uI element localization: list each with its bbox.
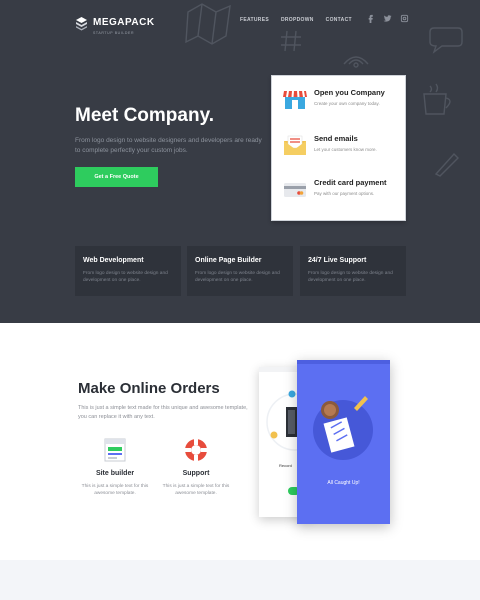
caught-up-title: All Caught Up! (327, 480, 360, 486)
service-box: 24/7 Live Support From logo design to we… (300, 246, 406, 296)
nav-item-features[interactable]: FEATURES (240, 17, 269, 23)
site-builder-icon (104, 438, 126, 462)
feature-title: Credit card payment (314, 178, 387, 187)
feature-subtitle: Create your own company today. (314, 101, 380, 106)
orders-title: Make Online Orders (78, 380, 220, 397)
facebook-icon[interactable] (366, 14, 375, 23)
service-text: This is just a simple text for this awes… (81, 484, 149, 496)
service-title: Support (182, 470, 210, 477)
service-box-title: Online Page Builder (195, 257, 262, 264)
hero-section: MEGAPACK STARTUP BUILDER FEATURES DROPDO… (0, 0, 480, 323)
logo-cubes-icon (76, 17, 87, 31)
twitter-icon[interactable] (383, 14, 392, 23)
feature-item[interactable]: Open you Company Create your own company… (282, 88, 385, 110)
get-quote-button[interactable]: Get a Free Quote (75, 167, 158, 187)
credit-card-icon (284, 183, 306, 197)
service-item: Support This is just a simple text for t… (156, 437, 236, 497)
envelope-icon (284, 135, 306, 155)
phone-mockup-front: All Caught Up! (297, 360, 390, 524)
feature-title: Open you Company (314, 88, 385, 97)
service-box: Online Page Builder From logo design to … (187, 246, 293, 296)
brand-tagline: STARTUP BUILDER (93, 31, 135, 35)
service-box-title: Web Development (83, 257, 144, 264)
logo[interactable]: MEGAPACK STARTUP BUILDER (75, 12, 155, 35)
record-label: Record (279, 463, 292, 468)
service-box-text: From logo design to website design and d… (308, 271, 393, 283)
footer-band (0, 560, 480, 600)
feature-title: Send emails (314, 134, 358, 143)
service-item: Site builder This is just a simple text … (75, 437, 155, 497)
caught-up-subtitle (297, 488, 390, 492)
caught-up-illustration (297, 360, 390, 460)
pen-doodle-icon (434, 152, 459, 177)
map-doodle-icon (185, 3, 231, 45)
main-nav: FEATURES DROPDOWN CONTACT (240, 17, 352, 23)
service-box-text: From logo design to website design and d… (195, 271, 280, 283)
service-box-text: From logo design to website design and d… (83, 271, 168, 283)
feature-subtitle: Let your customers know more. (314, 147, 377, 152)
coffee-doodle-icon (423, 83, 451, 115)
orders-text: This is just a simple text made for this… (78, 405, 248, 420)
chat-doodle-icon (429, 27, 463, 54)
hero-text: From logo design to website designers an… (75, 137, 262, 154)
store-icon (283, 90, 307, 109)
record-subtext (279, 470, 280, 474)
wifi-doodle-icon (343, 56, 369, 68)
service-box-title: 24/7 Live Support (308, 257, 367, 264)
instagram-icon[interactable] (400, 14, 409, 23)
feature-item[interactable]: Credit card payment Pay with our payment… (282, 178, 387, 200)
nav-item-contact[interactable]: CONTACT (326, 17, 352, 23)
service-text: This is just a simple text for this awes… (162, 484, 230, 496)
lifebuoy-icon (185, 439, 207, 461)
hero-title: Meet Company. (75, 105, 215, 126)
features-card: Open you Company Create your own company… (271, 75, 406, 221)
service-title: Site builder (95, 470, 135, 477)
social-links (366, 14, 409, 23)
nav-item-dropdown[interactable]: DROPDOWN (281, 17, 314, 23)
hashtag-doodle-icon (281, 30, 301, 52)
feature-subtitle: Pay with our payment options. (314, 191, 375, 196)
brand-name: MEGAPACK (93, 17, 155, 28)
feature-item[interactable]: Send emails Let your customers know more… (282, 134, 377, 156)
service-box: Web Development From logo design to webs… (75, 246, 181, 296)
